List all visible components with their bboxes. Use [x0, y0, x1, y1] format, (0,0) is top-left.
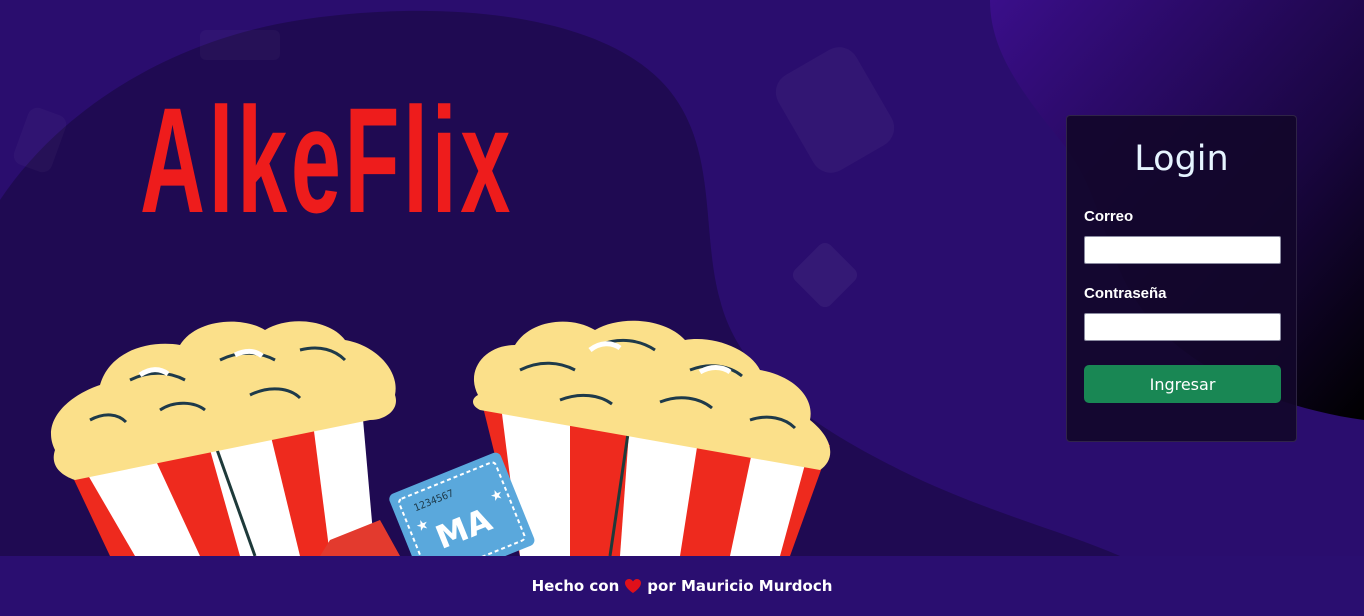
login-title: Login [1134, 139, 1229, 179]
password-field[interactable] [1084, 313, 1281, 341]
email-label: Correo [1084, 208, 1134, 225]
email-field[interactable] [1084, 236, 1281, 264]
password-label: Contraseña [1084, 285, 1167, 302]
heart-icon [624, 578, 642, 594]
footer-prefix: Hecho con [531, 577, 620, 595]
login-card: Login Correo Contraseña Ingresar [1066, 115, 1297, 442]
footer: Hecho con por Mauricio Murdoch [0, 556, 1364, 616]
login-submit-button[interactable]: Ingresar [1084, 365, 1281, 403]
popcorn-bucket-left [51, 321, 396, 556]
footer-suffix: por Mauricio Murdoch [647, 577, 833, 595]
popcorn-illustration: MA 1234567 ★ ★ [51, 320, 831, 556]
